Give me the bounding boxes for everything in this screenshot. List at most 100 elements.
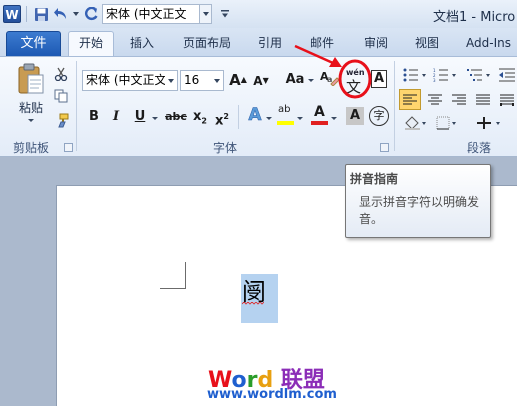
font-size-value: 16 (184, 73, 200, 87)
distributed-icon[interactable] (496, 89, 517, 110)
tab-add-ins[interactable]: Add-Ins (460, 31, 517, 56)
borders-icon[interactable] (434, 113, 460, 133)
underline-dropdown-icon[interactable] (152, 117, 158, 120)
decrease-indent-icon[interactable] (496, 66, 517, 84)
superscript-button[interactable]: x2 (212, 107, 232, 128)
change-case-dropdown-icon[interactable] (308, 79, 314, 82)
numbering-icon[interactable]: 123 (432, 66, 458, 84)
font-color-dropdown-icon[interactable] (331, 117, 337, 120)
save-icon[interactable] (32, 5, 50, 23)
customize-qat-icon[interactable] (218, 5, 232, 23)
highlight-label: ab (278, 104, 291, 115)
qat-separator (26, 6, 27, 22)
bold-button[interactable]: B (84, 107, 104, 127)
phonetic-guide-button[interactable]: wén 文 (342, 67, 368, 96)
word-app-icon[interactable]: W (3, 5, 21, 23)
selected-text[interactable]: 阌 (241, 274, 278, 323)
grow-font-label: A (229, 71, 241, 89)
strikethrough-button[interactable]: abc (164, 107, 188, 127)
format-painter-icon[interactable] (52, 111, 70, 129)
text-effects-button[interactable]: A (244, 105, 266, 126)
tab-view[interactable]: 视图 (407, 31, 447, 56)
redo-icon[interactable] (82, 5, 100, 23)
undo-icon[interactable] (52, 5, 70, 23)
shrink-font-label: A (253, 74, 263, 88)
tab-home[interactable]: 开始 (68, 31, 114, 57)
justify-icon[interactable] (472, 89, 494, 110)
tab-file[interactable]: 文件 (6, 31, 61, 56)
copy-icon[interactable] (52, 87, 70, 105)
svg-text:3: 3 (433, 78, 436, 82)
qat-font-combo[interactable]: 宋体 (中文正文 (102, 4, 200, 24)
title-bar: W 宋体 (中文正文 文档1 - Micro (0, 0, 517, 28)
change-case-label: Aa (285, 72, 305, 87)
svg-text:a: a (327, 75, 332, 84)
enclose-characters-label: 字 (373, 109, 385, 122)
font-color-button[interactable]: A (310, 104, 330, 128)
shrink-font-button[interactable]: A▼ (251, 71, 271, 91)
font-launcher-icon[interactable] (380, 143, 389, 152)
text-effects-dropdown-icon[interactable] (266, 117, 272, 120)
bullets-icon[interactable] (402, 66, 428, 84)
paste-button[interactable] (14, 62, 48, 96)
subscript-mark: 2 (201, 116, 207, 126)
multilevel-list-icon[interactable] (466, 66, 492, 84)
character-shading-label: A (349, 108, 361, 123)
font-inner-separator (238, 105, 239, 129)
tab-mailings[interactable]: 邮件 (302, 31, 342, 56)
tab-page-layout[interactable]: 页面布局 (176, 31, 238, 56)
italic-label: I (112, 109, 120, 124)
spelling-squiggle (242, 302, 264, 305)
highlight-color-bar (277, 121, 294, 125)
clipboard-launcher-icon[interactable] (64, 143, 73, 152)
tab-references[interactable]: 引用 (250, 31, 290, 56)
align-left-icon[interactable] (399, 89, 421, 110)
highlight-button[interactable]: ab (276, 104, 296, 128)
align-right-icon[interactable] (448, 89, 470, 110)
grow-font-arrow-icon: ▲ (240, 75, 247, 84)
change-case-button[interactable]: Aa (282, 70, 308, 90)
tooltip-title: 拼音指南 (350, 172, 399, 186)
highlight-dropdown-icon[interactable] (297, 117, 303, 120)
grow-font-button[interactable]: A▲ (228, 70, 248, 90)
undo-dropdown-icon[interactable] (72, 5, 80, 23)
tooltip-body: 显示拼音字符以明确发音。 (359, 195, 480, 226)
qat-font-dropdown-icon[interactable] (200, 4, 212, 24)
font-color-bar (311, 121, 328, 125)
quick-access-toolbar: W 宋体 (中文正文 (3, 3, 232, 25)
character-shading-button[interactable]: A (346, 107, 364, 125)
phonetic-guide-icon: wén 文 (342, 67, 368, 96)
font-name-value: 宋体 (中文正文 (86, 73, 167, 87)
paste-dropdown-icon[interactable] (28, 119, 34, 122)
window-title: 文档1 - Micro (433, 10, 516, 25)
font-size-dropdown-icon[interactable] (211, 71, 223, 90)
underline-button[interactable]: U (130, 107, 150, 127)
strikethrough-label: abc (165, 110, 187, 123)
tab-insert[interactable]: 插入 (121, 31, 163, 56)
enclose-characters-button[interactable]: 字 (369, 106, 389, 126)
phonetic-char: 文 (346, 78, 362, 96)
shading-icon[interactable] (402, 113, 430, 133)
font-name-dropdown-icon[interactable] (165, 71, 177, 90)
group-separator (394, 61, 395, 151)
shrink-font-arrow-icon: ▼ (262, 76, 269, 85)
align-center-icon[interactable] (424, 89, 446, 110)
tab-review[interactable]: 审阅 (356, 31, 396, 56)
sort-icon[interactable] (474, 113, 506, 133)
clipboard-group-label: 剪贴板 (12, 141, 49, 155)
cut-icon[interactable] (52, 65, 70, 83)
character-border-button[interactable]: A (371, 70, 387, 88)
italic-button[interactable]: I (106, 107, 126, 127)
watermark-url: www.wordlm.com (207, 387, 337, 402)
font-name-combo[interactable]: 宋体 (中文正文 (82, 70, 178, 91)
clear-formatting-button[interactable]: Aa (318, 68, 340, 90)
ribbon-tab-row: 文件 开始 插入 页面布局 引用 邮件 审阅 视图 Add-Ins (0, 28, 517, 57)
group-separator (76, 61, 77, 151)
bold-label: B (89, 109, 99, 124)
character-border-label: A (373, 71, 385, 86)
font-size-combo[interactable]: 16 (180, 70, 224, 91)
margin-corner-mark (160, 288, 186, 289)
paste-label[interactable]: 粘贴 (14, 99, 48, 116)
subscript-button[interactable]: x2 (190, 107, 210, 127)
clear-formatting-icon: Aa (320, 70, 340, 87)
